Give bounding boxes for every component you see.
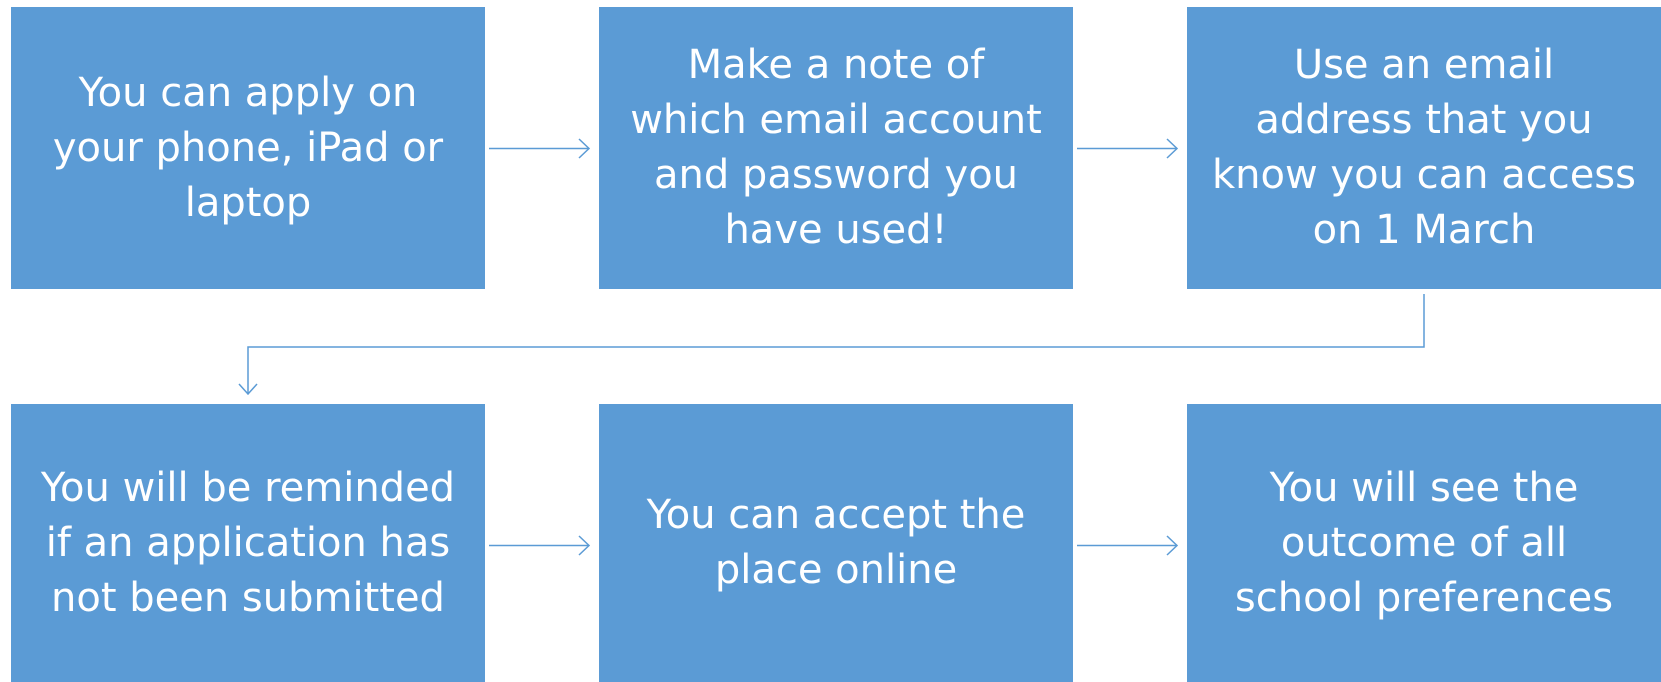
- connector-arrow-2-3: [1077, 138, 1179, 159]
- connector-arrow-5-6: [1077, 535, 1179, 556]
- connector-arrow-3-4: [238, 294, 1425, 396]
- connector-arrow-1-2: [489, 138, 591, 159]
- connector-layer: [238, 138, 1425, 556]
- connector-arrow-4-5: [489, 535, 591, 556]
